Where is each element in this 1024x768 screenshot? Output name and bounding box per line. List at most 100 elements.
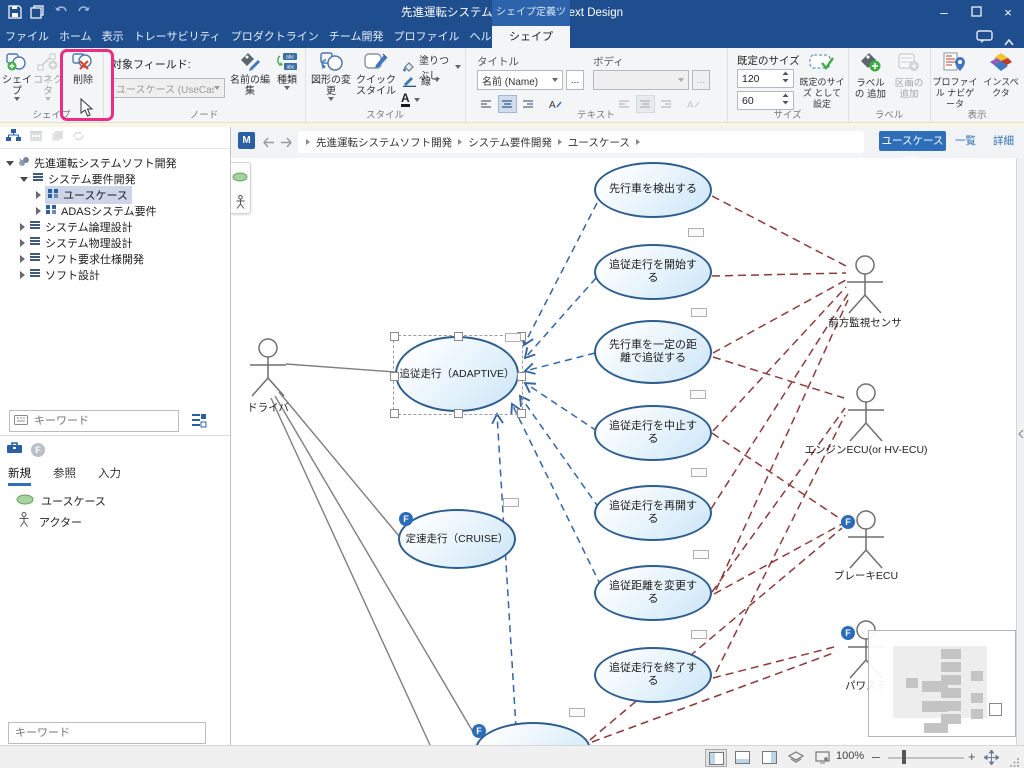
maximize-button[interactable] xyxy=(960,0,992,26)
resize-handle[interactable] xyxy=(517,409,526,418)
save-icon[interactable] xyxy=(8,5,23,20)
expander-closed-icon[interactable] xyxy=(20,223,25,231)
tab-teamdev[interactable]: チーム開発 xyxy=(324,26,389,48)
breadcrumb-item-sysreq[interactable]: システム要件開発 xyxy=(468,135,552,150)
set-default-size-button[interactable]: 既定のサイズ として設定 xyxy=(799,53,845,110)
usecase-node[interactable]: 追従距離を変更する xyxy=(594,565,712,621)
line-button[interactable]: 線 xyxy=(401,72,441,88)
tab-shape-active[interactable]: シェイプ xyxy=(492,26,570,48)
model-tree-icon[interactable] xyxy=(6,129,21,147)
save-all-icon[interactable] xyxy=(30,5,45,20)
connector-label-stub[interactable] xyxy=(693,550,709,559)
width-spinner[interactable]: 120 xyxy=(737,69,794,88)
resize-handle[interactable] xyxy=(390,372,399,381)
spinner-arrows-icon[interactable] xyxy=(782,71,789,86)
diagram-canvas[interactable]: 先行車を検出する 追従走行を開始する 先行車を一定の距離で追従する 追従走行を中… xyxy=(231,158,1016,745)
resize-handle[interactable] xyxy=(454,409,463,418)
expander-closed-icon[interactable] xyxy=(36,191,41,199)
tree-item-usecase[interactable]: ユースケース xyxy=(36,187,132,203)
tab-profile[interactable]: プロファイル xyxy=(388,26,464,48)
tree-item-softdesign[interactable]: ソフト設計 xyxy=(20,267,100,283)
add-label-button[interactable]: ラベルの 追加 xyxy=(852,52,889,100)
connector-label-stub[interactable] xyxy=(691,308,707,317)
actor-driver[interactable] xyxy=(244,338,292,398)
tree-search-input[interactable] xyxy=(32,414,174,428)
screen-fit-icon[interactable] xyxy=(812,749,832,765)
change-shape-button[interactable]: 図形の変更 xyxy=(309,51,353,101)
nav-back-icon[interactable] xyxy=(262,135,275,153)
f-filter-icon[interactable]: F xyxy=(31,443,45,457)
expand-panel-icon[interactable] xyxy=(1018,426,1024,444)
layout-left-pane-icon[interactable] xyxy=(705,749,727,767)
kind-button[interactable]: abcabc 種類 xyxy=(273,51,301,90)
zoom-out-icon[interactable]: – xyxy=(872,748,880,764)
font-color-button[interactable]: A xyxy=(401,92,431,107)
minimap-viewport[interactable] xyxy=(989,703,1002,716)
tab-file[interactable]: ファイル xyxy=(0,26,54,48)
delete-button[interactable]: 削除 xyxy=(66,51,100,86)
selection-rect[interactable] xyxy=(393,335,523,415)
expander-closed-icon[interactable] xyxy=(36,207,41,215)
zoom-in-icon[interactable]: + xyxy=(968,749,976,764)
body-ellipsis-button[interactable]: ... xyxy=(692,70,710,90)
tree-item-physical[interactable]: システム物理設計 xyxy=(20,235,133,251)
resize-handle[interactable] xyxy=(390,409,399,418)
close-button[interactable]: × xyxy=(992,0,1024,26)
shape-button[interactable]: シェイプ xyxy=(2,51,32,101)
minimap[interactable] xyxy=(868,630,1016,737)
tree-item-logical[interactable]: システム論理設計 xyxy=(20,219,133,235)
expander-open-icon[interactable] xyxy=(20,177,28,182)
expander-closed-icon[interactable] xyxy=(20,271,25,279)
tab-traceability[interactable]: トレーサビリティ xyxy=(129,26,226,48)
shape-layers-icon[interactable] xyxy=(786,749,806,765)
resize-handle[interactable] xyxy=(517,372,526,381)
tab-productline[interactable]: プロダクトライン xyxy=(226,26,324,48)
toolbox-icon[interactable] xyxy=(6,441,23,459)
add-section-button[interactable]: 区画の 追加 xyxy=(892,52,926,100)
inspector-button[interactable]: インスペクタ xyxy=(980,52,1022,99)
layout-right-pane-icon[interactable] xyxy=(759,749,779,765)
grid-view-icon[interactable] xyxy=(29,129,43,147)
target-field-dropdown[interactable]: ユースケース (UseCases) xyxy=(111,78,225,98)
tree-item-adas[interactable]: ADASシステム要件 xyxy=(36,203,157,219)
actor-stick-icon[interactable] xyxy=(235,195,246,215)
tree-item-softreq[interactable]: ソフト要求仕様開発 xyxy=(20,251,144,267)
usecase-node[interactable]: 先行車を検出する xyxy=(594,162,712,218)
feedback-icon[interactable] xyxy=(976,30,993,49)
body-field-dropdown[interactable] xyxy=(593,70,689,90)
view-list-button[interactable]: 一覧 xyxy=(955,131,976,151)
resize-handle[interactable] xyxy=(454,332,463,341)
connector-label-stub[interactable] xyxy=(569,708,585,717)
expander-closed-icon[interactable] xyxy=(20,255,25,263)
resize-grip-icon[interactable] xyxy=(1010,754,1020,768)
toolbox-item-actor[interactable]: アクター xyxy=(18,512,82,531)
toolbox-tab-new[interactable]: 新規 xyxy=(8,465,31,486)
usecase-node-cruise[interactable]: 定速走行（CRUISE） xyxy=(398,509,516,569)
copy-icon[interactable] xyxy=(51,129,64,147)
connector-label-stub[interactable] xyxy=(688,228,704,237)
tree-item-sysreq[interactable]: システム要件開発 xyxy=(20,171,136,187)
actor-sensor[interactable] xyxy=(841,255,889,315)
filter-tree-icon[interactable] xyxy=(190,412,208,435)
view-usecase-diagram-button[interactable]: ユースケース図 xyxy=(879,131,946,151)
resize-handle[interactable] xyxy=(390,332,399,341)
connector-label-stub[interactable] xyxy=(691,468,707,477)
spinner-arrows-icon[interactable] xyxy=(782,93,789,108)
profile-navigator-button[interactable]: プロファイル ナビゲータ xyxy=(932,52,978,110)
usecase-node[interactable]: 先行車を一定の距離で追従する xyxy=(594,320,712,384)
toolbox-item-usecase[interactable]: ユースケース xyxy=(16,493,106,509)
layout-bottom-pane-icon[interactable] xyxy=(732,749,752,765)
usecase-node[interactable]: 追従走行を再開する xyxy=(594,485,712,541)
expander-closed-icon[interactable] xyxy=(20,239,25,247)
nav-forward-icon[interactable] xyxy=(280,135,293,153)
zoom-slider-track[interactable] xyxy=(888,757,964,759)
redo-icon[interactable] xyxy=(76,5,91,20)
actor-engine[interactable] xyxy=(842,383,890,443)
connector-label-stub[interactable] xyxy=(691,630,707,639)
toolbox-search-input[interactable] xyxy=(13,726,201,740)
zoom-slider-thumb[interactable] xyxy=(902,750,906,764)
connector-label-stub[interactable] xyxy=(505,333,521,342)
breadcrumb[interactable]: 先進運転システムソフト開発 システム要件開発 ユースケース xyxy=(298,131,864,153)
title-field-dropdown[interactable]: 名前 (Name) xyxy=(477,70,563,90)
breadcrumb-item-usecase[interactable]: ユースケース xyxy=(568,135,630,150)
